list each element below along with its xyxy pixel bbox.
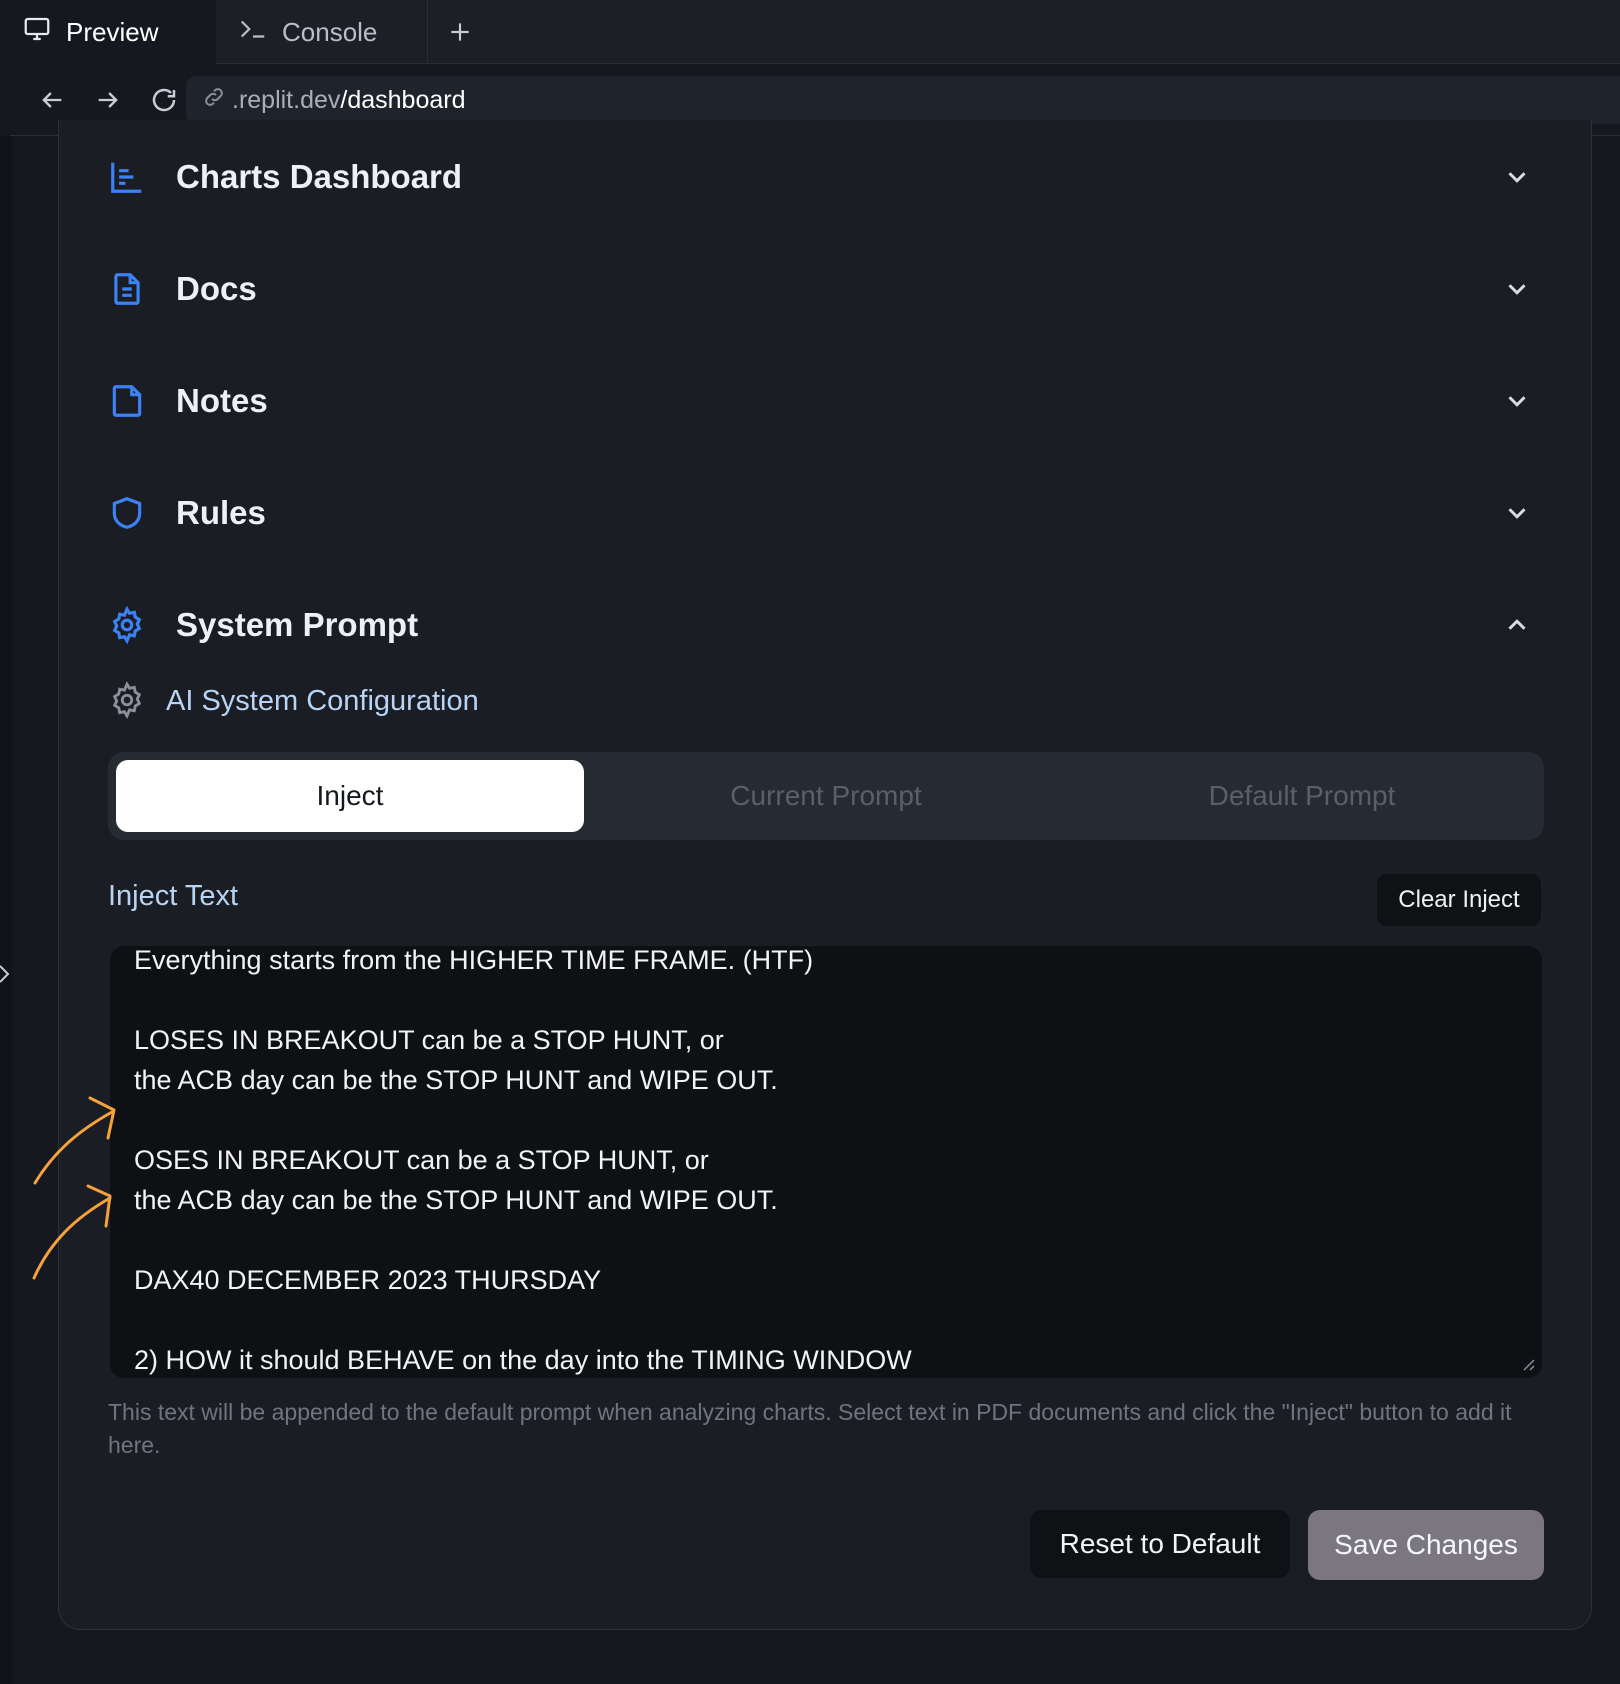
gear-icon	[108, 605, 148, 645]
section-title: Charts Dashboard	[176, 158, 463, 195]
section-title: System Prompt	[176, 606, 419, 643]
textarea-line: the ACB day can be the STOP HUNT and WIP…	[134, 1185, 778, 1215]
section-title: Rules	[176, 494, 266, 531]
textarea-line	[134, 1100, 1518, 1140]
back-arrow-icon[interactable]	[30, 78, 74, 122]
left-gutter	[0, 136, 12, 1684]
subtitle: AI System Configuration	[166, 684, 479, 717]
tab-current-prompt[interactable]: Current Prompt	[592, 760, 1060, 832]
tab-preview[interactable]: Preview	[0, 0, 216, 64]
plus-icon[interactable]	[440, 12, 480, 52]
monitor-icon	[22, 14, 52, 51]
inject-textarea[interactable]: Everything starts from the HIGHER TIME F…	[110, 946, 1542, 1378]
chevron-down-icon	[1502, 386, 1532, 416]
textarea-line	[134, 1300, 1518, 1340]
note-icon	[108, 381, 148, 421]
resize-handle-icon[interactable]	[1520, 1356, 1536, 1372]
textarea-line: DAX40 DECEMBER 2023 THURSDAY	[134, 1265, 602, 1295]
chevron-down-icon	[1502, 498, 1532, 528]
section-rules[interactable]: Rules	[108, 478, 1548, 548]
textarea-line: Everything starts from the HIGHER TIME F…	[134, 946, 814, 975]
url-domain: .replit.dev	[232, 85, 341, 114]
terminal-icon	[238, 14, 268, 51]
chevron-down-icon	[1502, 162, 1532, 192]
save-changes-button[interactable]: Save Changes	[1308, 1510, 1544, 1580]
tab-inject[interactable]: Inject	[116, 760, 584, 832]
forward-arrow-icon[interactable]	[86, 78, 130, 122]
reset-to-default-button[interactable]: Reset to Default	[1030, 1510, 1290, 1578]
section-docs[interactable]: Docs	[108, 254, 1548, 324]
chart-icon	[108, 157, 148, 197]
tab-console[interactable]: Console	[216, 0, 428, 64]
tab-default-prompt[interactable]: Default Prompt	[1068, 760, 1536, 832]
ai-system-configuration-heading: AI System Configuration	[108, 678, 479, 724]
textarea-line: LOSES IN BREAKOUT can be a STOP HUNT, or	[134, 1025, 724, 1055]
shield-icon	[108, 493, 148, 533]
textarea-line: 2) HOW it should BEHAVE on the day into …	[134, 1345, 912, 1375]
link-icon	[202, 85, 226, 116]
section-charts-dashboard[interactable]: Charts Dashboard	[108, 142, 1548, 212]
reload-icon[interactable]	[142, 78, 186, 122]
textarea-line	[134, 980, 1518, 1020]
chevron-up-icon	[1502, 610, 1532, 640]
chevron-down-icon	[1502, 274, 1532, 304]
gear-icon	[108, 681, 148, 721]
inject-help-text: This text will be appended to the defaul…	[108, 1399, 1512, 1458]
clear-inject-button[interactable]: Clear Inject	[1377, 874, 1541, 926]
chevron-right-icon[interactable]	[0, 962, 12, 991]
textarea-line	[134, 1220, 1518, 1260]
url-path: /dashboard	[340, 85, 466, 114]
tab-label: Preview	[66, 16, 159, 47]
browser-tab-bar: Preview Console	[0, 0, 1620, 64]
textarea-line: the ACB day can be the STOP HUNT and WIP…	[134, 1065, 778, 1095]
section-title: Docs	[176, 270, 257, 307]
section-system-prompt[interactable]: System Prompt	[108, 590, 1548, 660]
url-bar[interactable]: .replit.dev/dashboard	[186, 76, 1620, 124]
prompt-tabs: Inject Current Prompt Default Prompt	[108, 752, 1544, 840]
document-icon	[108, 269, 148, 309]
tab-label: Console	[282, 16, 378, 47]
annotation-arrows-icon	[32, 1096, 116, 1280]
section-title: Notes	[176, 382, 268, 419]
inject-text-label: Inject Text	[108, 880, 239, 912]
section-notes[interactable]: Notes	[108, 366, 1548, 436]
textarea-line: OSES IN BREAKOUT can be a STOP HUNT, or	[134, 1145, 709, 1175]
